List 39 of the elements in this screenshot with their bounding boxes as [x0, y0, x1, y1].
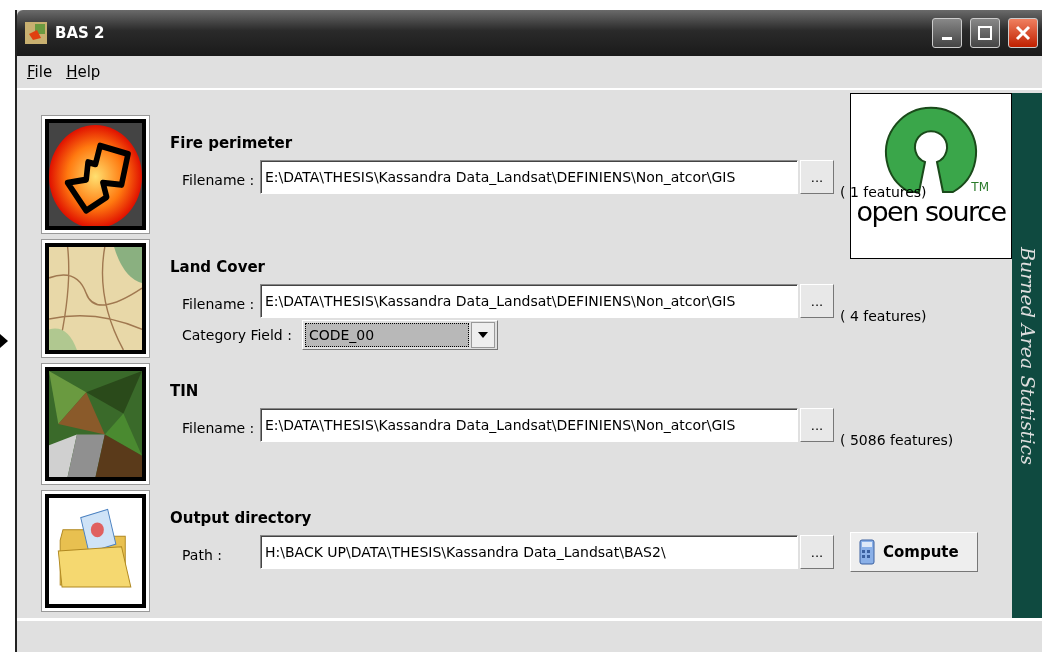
- feature-count: ( 5086 features): [840, 432, 954, 449]
- browse-button[interactable]: ...: [800, 535, 834, 570]
- caret-icon: [477, 332, 488, 339]
- compute-button[interactable]: Compute: [850, 532, 978, 573]
- path-field[interactable]: E:\DATA\THESIS\Kassandra Data_Landsat\DEFINIENS\Non_atcor\GIS: [260, 408, 798, 443]
- section-title: Land Cover: [170, 258, 266, 277]
- app-icon: [25, 22, 47, 45]
- fire-map-icon: [42, 116, 149, 234]
- window-title: BAS 2: [55, 24, 106, 43]
- section-title: TIN: [170, 382, 200, 401]
- browse-button[interactable]: ...: [800, 160, 834, 195]
- menu-item[interactable]: Help: [66, 63, 101, 82]
- calculator-icon: [859, 539, 875, 566]
- arrow-icon: [0, 334, 8, 348]
- category-dropdown[interactable]: CODE_00: [301, 320, 498, 351]
- field-label: Path :: [181, 547, 223, 564]
- section-title: Output directory: [170, 509, 313, 528]
- browse-button[interactable]: ...: [800, 284, 834, 319]
- browse-button[interactable]: ...: [800, 408, 834, 443]
- field-label: Category Field :: [181, 327, 292, 344]
- field-label: Filename :: [181, 296, 256, 313]
- minimize-icon: [942, 36, 952, 40]
- path-field[interactable]: E:\DATA\THESIS\Kassandra Data_Landsat\DEFINIENS\Non_atcor\GIS: [260, 284, 798, 319]
- field-label: Filename :: [181, 172, 256, 189]
- feature-count: ( 4 features): [840, 308, 927, 325]
- menu-item[interactable]: File: [27, 63, 53, 82]
- maximize-icon: [977, 25, 993, 42]
- close-icon: [1015, 25, 1031, 42]
- section-title: Fire perimeter: [170, 134, 294, 153]
- sidebar-banner: Burned Area Statistics: [1012, 93, 1042, 619]
- path-field[interactable]: H:\BACK UP\DATA\THESIS\Kassandra Data_Landsat\BAS2\: [260, 535, 798, 570]
- land-cover-map-icon: [42, 240, 149, 358]
- folder-icon: [42, 491, 149, 612]
- maximize-button[interactable]: [970, 18, 1000, 49]
- field-label: Filename :: [181, 420, 256, 437]
- path-field[interactable]: E:\DATA\THESIS\Kassandra Data_Landsat\DEFINIENS\Non_atcor\GIS: [260, 160, 798, 195]
- close-button[interactable]: [1008, 18, 1038, 49]
- terrain-icon: [42, 364, 149, 485]
- minimize-button[interactable]: [932, 18, 962, 49]
